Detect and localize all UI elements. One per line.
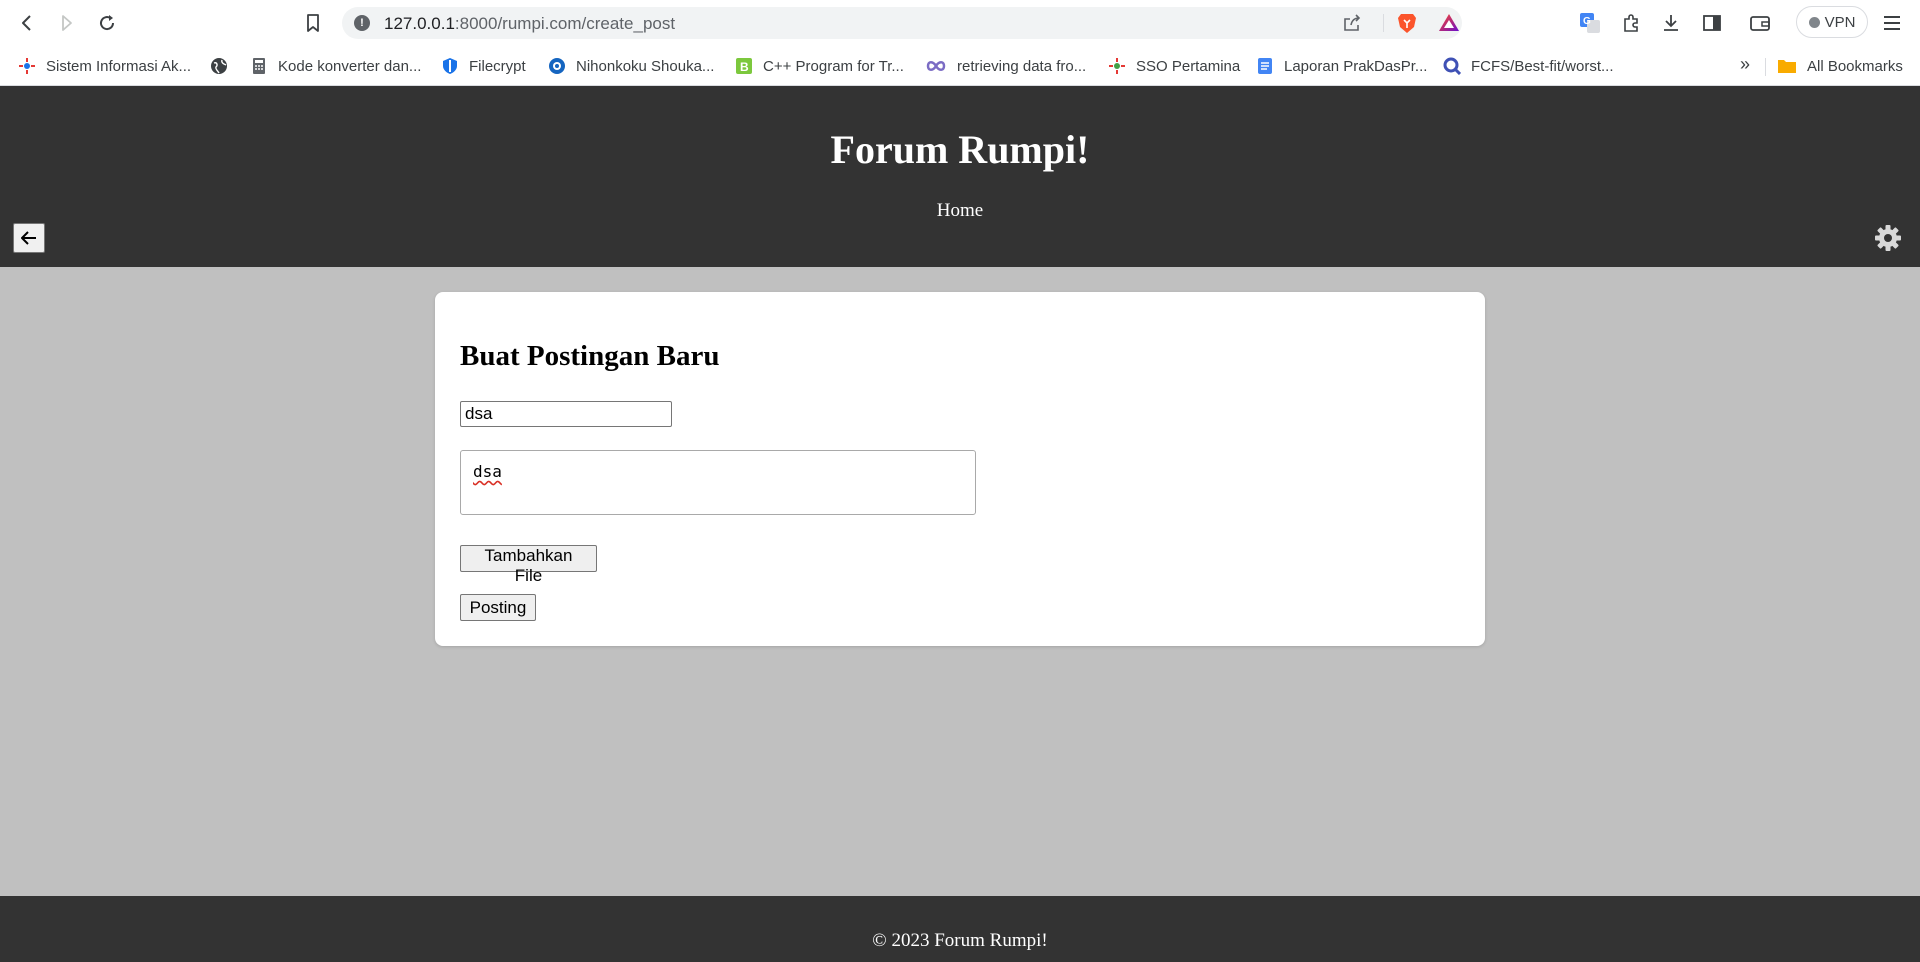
b-logo-icon: B <box>736 58 752 74</box>
bookmark-star-icon[interactable] <box>298 8 328 38</box>
bookmark-item[interactable]: Kode konverter dan... <box>250 54 421 78</box>
browser-toolbar: ! 127.0.0.1:8000/rumpi.com/create_post G… <box>0 0 1920 46</box>
url-text[interactable]: 127.0.0.1:8000/rumpi.com/create_post <box>384 14 675 34</box>
shield-icon <box>443 58 457 74</box>
brave-shields-icon[interactable] <box>1397 12 1417 39</box>
menu-icon[interactable] <box>1879 10 1905 36</box>
extensions-icon[interactable] <box>1618 10 1644 36</box>
sparkle-logo-icon <box>1109 58 1125 74</box>
gear-icon[interactable] <box>1874 224 1902 252</box>
share-icon[interactable] <box>1342 13 1362 38</box>
create-post-card: Buat Postingan Baru dsa Tambahkan File P… <box>435 292 1485 646</box>
vpn-label: VPN <box>1824 13 1856 31</box>
post-title-input[interactable] <box>460 401 672 427</box>
site-info-icon[interactable]: ! <box>354 15 370 31</box>
back-button[interactable] <box>13 223 45 253</box>
divider <box>1765 58 1766 76</box>
site-header: Forum Rumpi! Home <box>0 86 1920 267</box>
submit-post-button[interactable]: Posting <box>460 594 536 621</box>
infinity-logo-icon <box>926 61 946 71</box>
calculator-icon <box>253 58 265 74</box>
site-footer: © 2023 Forum Rumpi! <box>0 896 1920 962</box>
all-bookmarks-button[interactable]: All Bookmarks <box>1777 54 1903 78</box>
vpn-status-icon <box>1808 16 1820 28</box>
sidebar-toggle-icon[interactable] <box>1699 10 1725 36</box>
wallet-icon[interactable] <box>1747 10 1773 36</box>
sparkle-logo-icon <box>19 58 35 74</box>
nav-home-link[interactable]: Home <box>0 200 1920 222</box>
bookmark-item[interactable]: SSO Pertamina <box>1108 54 1240 78</box>
bookmark-item[interactable]: Nihonkoku Shouka... <box>548 54 714 78</box>
more-bookmarks-icon[interactable]: » <box>1740 54 1750 75</box>
back-nav-icon[interactable] <box>12 8 42 38</box>
downloads-icon[interactable] <box>1658 10 1684 36</box>
divider <box>1383 14 1384 32</box>
globe-icon <box>211 58 227 74</box>
bookmark-item[interactable]: Sistem Informasi Ak... <box>18 54 191 78</box>
address-bar[interactable]: ! 127.0.0.1:8000/rumpi.com/create_post <box>342 7 1462 39</box>
bookmark-item[interactable]: B C++ Program for Tr... <box>735 54 904 78</box>
q-logo-icon <box>1443 57 1461 75</box>
post-content-textarea[interactable]: dsa <box>460 450 976 515</box>
brave-rewards-icon[interactable] <box>1438 12 1460 39</box>
site-title: Forum Rumpi! <box>830 127 1090 172</box>
form-heading: Buat Postingan Baru <box>460 340 720 372</box>
bookmark-item[interactable]: retrieving data fro... <box>925 54 1086 78</box>
reload-icon[interactable] <box>92 8 122 38</box>
svg-text:B: B <box>740 60 749 74</box>
bookmark-item[interactable]: FCFS/Best-fit/worst... <box>1443 54 1614 78</box>
forward-nav-icon[interactable] <box>52 8 82 38</box>
arrow-left-icon <box>21 231 36 245</box>
bookmarks-bar: Sistem Informasi Ak... Kode konverter da… <box>0 46 1920 86</box>
vpn-button[interactable]: VPN <box>1796 6 1868 38</box>
add-file-button[interactable]: Tambahkan File <box>460 545 597 585</box>
svg-text:G: G <box>1583 16 1591 27</box>
footer-copyright: © 2023 Forum Rumpi! <box>872 930 1048 951</box>
folder-icon <box>1778 60 1796 73</box>
google-translate-icon[interactable]: G <box>1577 10 1603 36</box>
bookmark-item[interactable] <box>210 54 228 78</box>
google-docs-icon <box>1258 58 1272 74</box>
bookmark-item[interactable]: Laporan PrakDasPr... <box>1256 54 1427 78</box>
circle-logo-icon <box>549 58 565 74</box>
bookmark-item[interactable]: Filecrypt <box>441 54 526 78</box>
